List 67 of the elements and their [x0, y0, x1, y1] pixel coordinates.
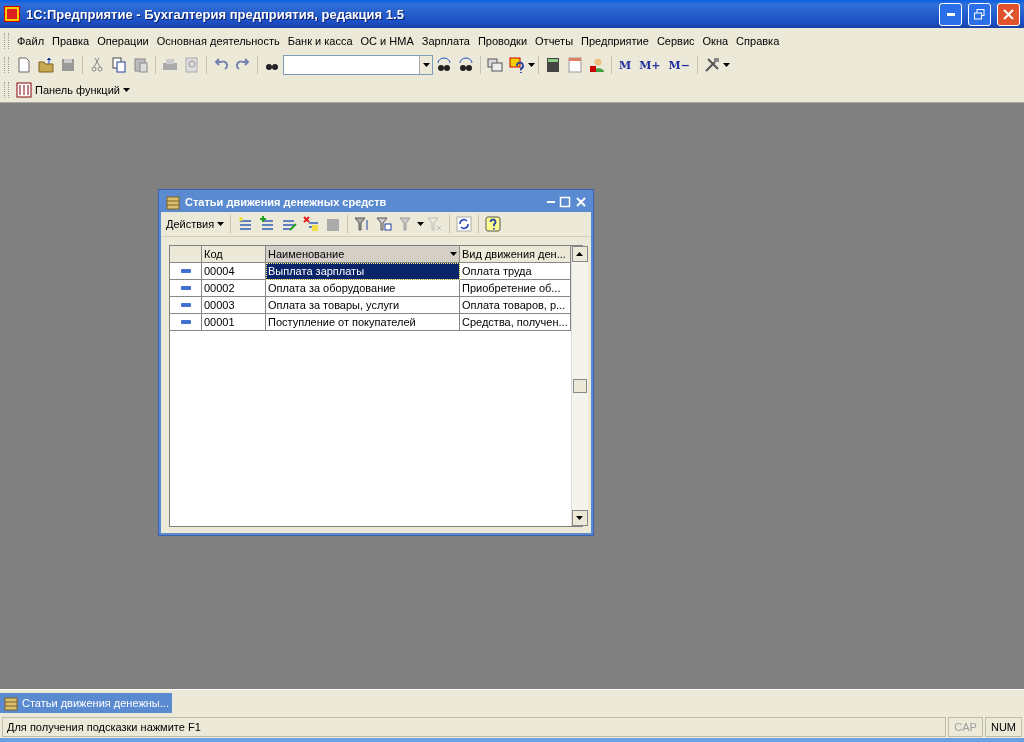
- table-cell: 00002: [202, 280, 266, 297]
- table-cell: 00001: [202, 314, 266, 331]
- memory-button[interactable]: M: [615, 58, 636, 72]
- table-cell: 00004: [202, 263, 266, 280]
- status-hint: Для получения подсказки нажмите F1: [2, 717, 947, 737]
- close-icon: [575, 196, 587, 208]
- restore-button[interactable]: [968, 2, 991, 26]
- cabinet-icon: [3, 695, 19, 711]
- cabinet-icon: [165, 194, 181, 210]
- table-cell[interactable]: Оплата за товары, услуги: [266, 297, 460, 314]
- scrollbar-thumb[interactable]: [572, 379, 587, 393]
- app-logo-icon: [4, 6, 20, 22]
- actions-menu[interactable]: Действия: [163, 218, 228, 230]
- menu-item[interactable]: Предприятие: [577, 33, 653, 49]
- minimize-icon: [547, 201, 555, 203]
- menu-item[interactable]: Справка: [732, 33, 784, 49]
- scroll-up-icon: [576, 252, 584, 256]
- table-cell: Приобретение об...: [460, 280, 571, 297]
- scrollbar[interactable]: [570, 246, 588, 526]
- function-panel-button[interactable]: Панель функций: [13, 82, 133, 98]
- table-cell[interactable]: Выплата зарплаты: [266, 263, 460, 280]
- caret-icon: [528, 63, 535, 67]
- menu-item[interactable]: Банк и касса: [283, 33, 357, 49]
- table-cell: Средства, получен...: [460, 314, 571, 331]
- menu-item[interactable]: Операции: [93, 33, 153, 49]
- panel-icon: [16, 82, 32, 98]
- caret-icon: [417, 222, 425, 226]
- menu-item[interactable]: Отчеты: [531, 33, 578, 49]
- window-title: Статьи движения денежных средств: [185, 196, 388, 208]
- menu-item[interactable]: Основная деятельность: [152, 33, 284, 49]
- item-icon: [180, 303, 191, 307]
- table-cell: Оплата товаров, р...: [460, 297, 571, 314]
- close-icon: [1003, 8, 1014, 20]
- column-header[interactable]: Вид движения ден...: [460, 246, 571, 263]
- menu-item[interactable]: Проводки: [473, 33, 532, 49]
- taskbar-window-button[interactable]: Статьи движения денежны...: [0, 693, 172, 713]
- menu-item[interactable]: Окна: [698, 33, 733, 49]
- caret-icon: [723, 63, 730, 67]
- scroll-down-icon: [576, 516, 584, 520]
- memory-button[interactable]: M−: [664, 58, 694, 72]
- memory-button[interactable]: M+: [635, 58, 665, 72]
- restore-icon: [974, 8, 985, 20]
- menu-item[interactable]: Правка: [48, 33, 94, 49]
- sort-arrow-icon: [450, 252, 457, 256]
- table-cell: Оплата труда: [460, 263, 571, 280]
- caret-icon: [122, 88, 130, 92]
- minimize-icon: [946, 12, 955, 16]
- table-cell: 00003: [202, 297, 266, 314]
- maximize-icon: [559, 196, 571, 208]
- key-indicator: NUM: [984, 717, 1022, 737]
- window-title: 1С:Предприятие - Бухгалтерия предприятия, редакция 1.5: [26, 6, 405, 22]
- menu-item[interactable]: Зарплата: [417, 33, 474, 49]
- close-button[interactable]: [997, 2, 1020, 26]
- column-header[interactable]: Наименование: [266, 246, 460, 263]
- caret-icon: [422, 63, 430, 67]
- table-cell[interactable]: Оплата за оборудование: [266, 280, 460, 297]
- item-icon: [180, 269, 191, 273]
- item-icon: [180, 286, 191, 290]
- column-header[interactable]: Код: [202, 246, 266, 263]
- menu-item[interactable]: Сервис: [652, 33, 699, 49]
- minimize-button[interactable]: [939, 2, 962, 26]
- caret-icon: [217, 222, 225, 226]
- menu-item[interactable]: ОС и НМА: [356, 33, 418, 49]
- item-icon: [180, 320, 191, 324]
- key-indicator: CAP: [948, 717, 983, 737]
- menu-item[interactable]: Файл: [13, 33, 49, 49]
- table-cell[interactable]: Поступление от покупателей: [266, 314, 460, 331]
